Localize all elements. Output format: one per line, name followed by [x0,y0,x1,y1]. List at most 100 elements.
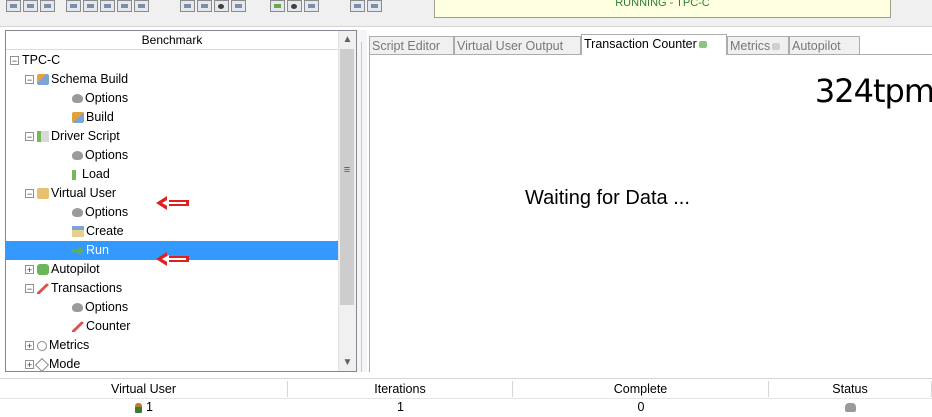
collapse-icon[interactable]: − [10,56,19,66]
driver-script-icon [37,131,49,143]
tree-item-metrics[interactable]: + Metrics [25,336,89,355]
collapse-icon[interactable]: − [25,75,34,85]
annotation-arrow-run [156,252,189,266]
user-icon [135,402,143,413]
tree-item-autopilot[interactable]: + Autopilot [25,260,100,279]
cell-complete: 0 [637,400,645,414]
run-icon [72,245,84,256]
tpm-readout: 324tpm [815,75,932,107]
tpm-unit: tpm [872,72,932,110]
collapse-icon[interactable]: − [25,284,34,294]
tree-item-label: Schema Build [51,72,129,86]
cell-virtual-user[interactable]: 1 [0,399,288,416]
status-banner: RUNNING - TPC-C [434,0,891,18]
virtual-user-icon [37,188,49,200]
cell-iterations: 1 [397,400,404,414]
collapse-icon[interactable]: − [25,189,34,199]
tree-scrollbar[interactable]: ▲ ≡ ▼ [338,31,356,371]
mode-icon [34,357,50,371]
cell-status [769,399,932,416]
tree-item-vuser-options[interactable]: Options [72,203,128,222]
tree-item-mode[interactable]: + Mode [25,355,81,371]
tree-item-label: TPC-C [22,53,61,67]
toolbar-button-12[interactable] [231,0,246,12]
column-header-iterations[interactable]: Iterations [288,381,513,397]
benchmark-tree: Benchmark − TPC-C − Schema Build Options B… [5,30,357,372]
toolbar-button-9[interactable] [180,0,195,12]
toolbar-button-17[interactable] [367,0,382,12]
column-header-virtual-user[interactable]: Virtual User [0,381,288,397]
pane-splitter[interactable] [357,30,367,372]
transaction-counter-panel: 324tpm Waiting for Data ... [369,54,932,372]
toolbar-button-1[interactable] [6,0,21,12]
counter-icon [72,321,84,333]
create-icon [72,226,84,238]
tree-item-label: Options [85,148,129,162]
toolbar-button-4[interactable] [66,0,81,12]
column-header-complete[interactable]: Complete [513,381,769,397]
options-icon [72,151,83,161]
tree-item-label: Metrics [49,338,90,352]
tree-item-label: Mode [49,357,81,371]
virtual-user-grid: Virtual User Iterations Complete Status … [0,378,932,417]
tree-item-schema-build[interactable]: − Schema Build [25,70,128,89]
tab-script-editor[interactable]: Script Editor [369,36,454,54]
tab-virtual-user-output[interactable]: Virtual User Output [454,36,581,54]
options-icon [72,94,83,104]
tab-metrics[interactable]: Metrics [727,36,789,54]
toolbar-button-5[interactable] [83,0,98,12]
tab-autopilot[interactable]: Autopilot [789,36,860,54]
tree-item-label: Create [86,224,124,238]
annotation-arrow-virtual-user [156,196,189,210]
tree-item-label: Virtual User [51,186,117,200]
tree-header: Benchmark [6,31,338,50]
tree-item-build[interactable]: Build [72,108,114,127]
tree-item-label: Driver Script [51,129,120,143]
toolbar-button-10[interactable] [197,0,212,12]
column-header-status[interactable]: Status [769,381,932,397]
tree-item-driver-options[interactable]: Options [72,146,128,165]
toolbar-button-15[interactable] [304,0,319,12]
tree-item-label: Build [86,110,114,124]
tree-item-load[interactable]: Load [72,165,110,184]
tree-item-label: Options [85,300,129,314]
toolbar-button-14[interactable] [287,0,302,12]
options-icon [72,303,83,313]
tab-strip: Script Editor Virtual User Output Transa… [369,32,932,55]
toolbar-button-8[interactable] [134,0,149,12]
toolbar-button-16[interactable] [350,0,365,12]
toolbar-button-6[interactable] [100,0,115,12]
toolbar-button-2[interactable] [23,0,38,12]
tab-transaction-counter[interactable]: Transaction Counter [581,34,727,55]
expand-icon[interactable]: + [25,341,34,351]
options-icon [72,208,83,218]
schema-build-icon [37,74,49,86]
expand-icon[interactable]: + [25,265,34,275]
tree-item-label: Load [82,167,110,181]
grip-icon: ≡ [343,164,351,176]
tree-item-transactions[interactable]: − Transactions [25,279,122,298]
tree-item-counter[interactable]: Counter [72,317,130,336]
tpm-value: 324 [814,72,874,110]
tree-item-label: Transactions [51,281,123,295]
collapse-icon[interactable]: − [25,132,34,142]
transactions-icon [37,283,49,295]
tree-item-driver-script[interactable]: − Driver Script [25,127,120,146]
expand-icon[interactable]: + [25,360,34,370]
toolbar-button-13[interactable] [270,0,285,12]
scroll-thumb[interactable]: ≡ [340,49,354,305]
waiting-message: Waiting for Data ... [525,187,690,209]
toolbar-button-11[interactable] [214,0,229,12]
toolbar-button-3[interactable] [40,0,55,12]
toolbar-button-7[interactable] [117,0,132,12]
tree-item-virtual-user[interactable]: − Virtual User [25,184,116,203]
toolbar: RUNNING - TPC-C [0,0,932,27]
tree-item-trans-options[interactable]: Options [72,298,128,317]
load-icon [72,169,76,180]
tree-item-schema-options[interactable]: Options [72,89,128,108]
tree-item-tpcc[interactable]: − TPC-C [10,51,60,70]
scroll-down-icon[interactable]: ▼ [339,354,356,371]
tree-item-label: Autopilot [51,262,100,276]
tree-item-create[interactable]: Create [72,222,124,241]
scroll-up-icon[interactable]: ▲ [339,31,356,48]
